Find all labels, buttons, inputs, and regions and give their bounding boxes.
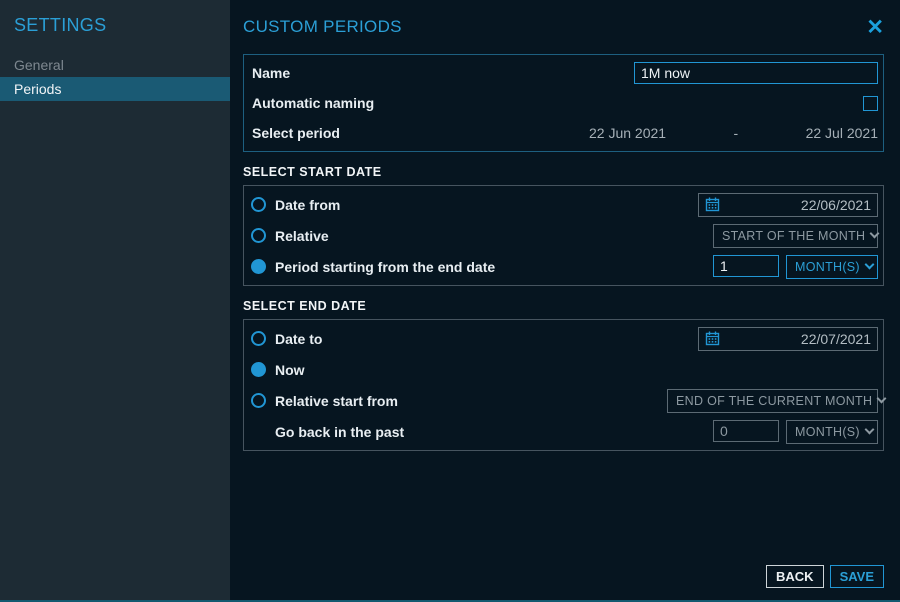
chevron-down-icon [870,229,880,239]
date-from-label: Date from [275,197,340,213]
go-back-count-input[interactable] [713,420,779,442]
name-row: Name [244,58,883,88]
period-unit-dropdown[interactable]: MONTH(S) [786,255,878,279]
sidebar-title: SETTINGS [14,15,230,36]
period-end-date: 22 Jul 2021 [806,125,878,141]
period-from-end-radio[interactable] [251,259,266,274]
sidebar-item-periods[interactable]: Periods [0,77,230,101]
relative-dropdown-value: START OF THE MONTH [722,229,865,243]
save-button[interactable]: SAVE [830,565,884,588]
automatic-naming-checkbox[interactable] [863,96,878,111]
period-unit-value: MONTH(S) [795,260,860,274]
period-range: 22 Jun 2021 - 22 Jul 2021 [589,125,878,141]
date-to-option[interactable]: Date to [251,331,322,347]
calendar-icon [705,331,720,346]
period-from-end-label: Period starting from the end date [275,259,495,275]
go-back-unit-dropdown[interactable]: MONTH(S) [786,420,878,444]
date-from-radio[interactable] [251,197,266,212]
chevron-down-icon [864,425,874,435]
automatic-naming-label: Automatic naming [252,95,374,111]
go-back-unit-value: MONTH(S) [795,425,860,439]
page-title: CUSTOM PERIODS [243,17,402,37]
name-input[interactable] [634,62,878,84]
go-back-controls: MONTH(S) [713,420,878,444]
close-icon[interactable]: ✕ [866,17,884,38]
sidebar: SETTINGS General Periods [0,0,230,602]
sidebar-nav: General Periods [0,53,230,101]
now-radio[interactable] [251,362,266,377]
footer-actions: BACK SAVE [243,565,884,588]
period-from-end-controls: MONTH(S) [713,255,878,279]
date-to-label: Date to [275,331,322,347]
date-from-row: Date from 22/06/2021 [244,189,883,220]
relative-start-from-row: Relative start from END OF THE CURRENT M… [244,385,883,416]
date-to-radio[interactable] [251,331,266,346]
now-row: Now [244,354,883,385]
end-date-section: Date to 22/07/2021 [243,319,884,451]
relative-option[interactable]: Relative [251,228,329,244]
period-from-end-row: Period starting from the end date MONTH(… [244,251,883,282]
go-back-label: Go back in the past [275,424,404,440]
period-count-input[interactable] [713,255,779,277]
chevron-down-icon [864,260,874,270]
relative-start-from-option[interactable]: Relative start from [251,393,398,409]
date-to-value: 22/07/2021 [801,331,871,347]
now-option[interactable]: Now [251,362,305,378]
period-from-end-option[interactable]: Period starting from the end date [251,259,495,275]
calendar-icon [705,197,720,212]
date-from-field[interactable]: 22/06/2021 [698,193,878,217]
sidebar-item-label: Periods [14,81,61,97]
chevron-down-icon [877,394,887,404]
select-period-row: Select period 22 Jun 2021 - 22 Jul 2021 [244,118,883,148]
now-label: Now [275,362,305,378]
date-from-option[interactable]: Date from [251,197,340,213]
back-button[interactable]: BACK [766,565,824,588]
end-date-heading: SELECT END DATE [243,299,884,313]
go-back-label-group: Go back in the past [275,424,404,440]
relative-start-from-label: Relative start from [275,393,398,409]
automatic-naming-row: Automatic naming [244,88,883,118]
start-date-heading: SELECT START DATE [243,165,884,179]
start-date-section: Date from 22/06/2021 [243,185,884,286]
relative-label: Relative [275,228,329,244]
custom-periods-panel: CUSTOM PERIODS ✕ Name Automatic naming S… [230,0,900,602]
period-separator: - [734,125,739,141]
relative-start-from-radio[interactable] [251,393,266,408]
name-label: Name [252,65,290,81]
panel-header: CUSTOM PERIODS ✕ [243,0,884,54]
relative-dropdown[interactable]: START OF THE MONTH [713,224,878,248]
sidebar-item-label: General [14,57,64,73]
general-section: Name Automatic naming Select period 22 J… [243,54,884,152]
date-to-row: Date to 22/07/2021 [244,323,883,354]
go-back-row: Go back in the past MONTH(S) [244,416,883,447]
relative-start-from-dropdown[interactable]: END OF THE CURRENT MONTH [667,389,878,413]
relative-start-from-value: END OF THE CURRENT MONTH [676,394,872,408]
sidebar-item-general[interactable]: General [0,53,230,77]
date-to-field[interactable]: 22/07/2021 [698,327,878,351]
date-from-value: 22/06/2021 [801,197,871,213]
settings-window: SETTINGS General Periods CUSTOM PERIODS … [0,0,900,602]
relative-row: Relative START OF THE MONTH [244,220,883,251]
relative-radio[interactable] [251,228,266,243]
select-period-label: Select period [252,125,340,141]
period-start-date: 22 Jun 2021 [589,125,666,141]
